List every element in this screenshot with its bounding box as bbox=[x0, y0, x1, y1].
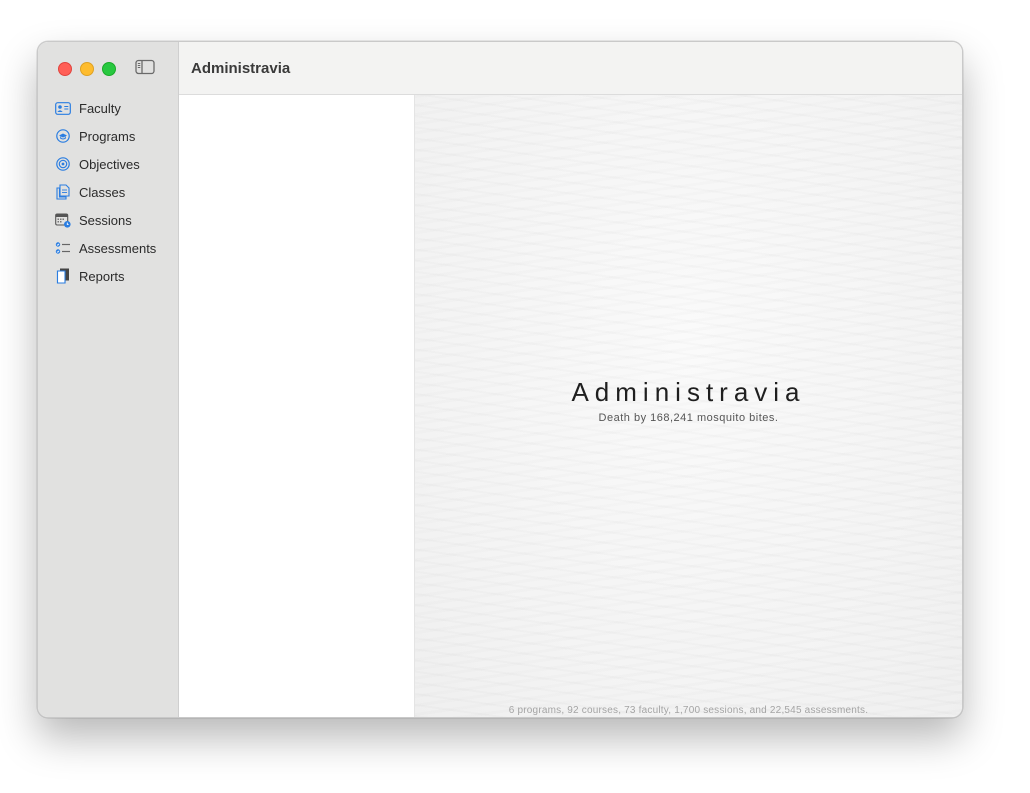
sidebar: Faculty Programs Objectives Classes Sess… bbox=[38, 42, 179, 717]
sidebar-item-assessments[interactable]: Assessments bbox=[38, 234, 178, 262]
sidebar-item-label: Objectives bbox=[79, 156, 140, 172]
window-title: Administravia bbox=[191, 60, 291, 77]
summary-stats: 6 programs, 92 courses, 73 faculty, 1,70… bbox=[508, 705, 869, 716]
sidebar-item-label: Classes bbox=[79, 184, 126, 200]
minimize-window-button[interactable] bbox=[80, 62, 94, 76]
hero-title: Administravia bbox=[571, 377, 806, 407]
window-controls bbox=[58, 62, 116, 76]
app-window: Faculty Programs Objectives Classes Sess… bbox=[37, 41, 963, 718]
documents-icon bbox=[54, 184, 72, 200]
sidebar-toggle-icon[interactable] bbox=[135, 59, 155, 75]
content-list-pane bbox=[179, 95, 415, 717]
checklist-icon bbox=[54, 240, 72, 256]
sidebar-item-objectives[interactable]: Objectives bbox=[38, 150, 178, 178]
sidebar-item-label: Programs bbox=[79, 128, 136, 144]
calendar-badge-icon bbox=[54, 212, 72, 228]
zoom-window-button[interactable] bbox=[102, 62, 116, 76]
sidebar-item-label: Faculty bbox=[79, 100, 121, 116]
report-icon bbox=[54, 268, 72, 284]
person-card-icon bbox=[54, 100, 72, 116]
sidebar-item-programs[interactable]: Programs bbox=[38, 122, 178, 150]
sidebar-item-faculty[interactable]: Faculty bbox=[38, 94, 178, 122]
welcome-hero: Administravia Death by 168,241 mosquito … bbox=[415, 377, 962, 424]
detail-pane: Administravia Death by 168,241 mosquito … bbox=[415, 95, 962, 717]
graduation-cap-icon bbox=[54, 128, 72, 144]
target-icon bbox=[54, 156, 72, 172]
sidebar-item-classes[interactable]: Classes bbox=[38, 178, 178, 206]
sidebar-item-sessions[interactable]: Sessions bbox=[38, 206, 178, 234]
sidebar-item-reports[interactable]: Reports bbox=[38, 262, 178, 290]
sidebar-item-label: Sessions bbox=[79, 212, 132, 228]
hero-subtitle: Death by 168,241 mosquito bites. bbox=[598, 412, 779, 424]
close-window-button[interactable] bbox=[58, 62, 72, 76]
sidebar-nav: Faculty Programs Objectives Classes Sess… bbox=[38, 94, 178, 290]
toolbar: Administravia bbox=[179, 42, 962, 95]
sidebar-item-label: Assessments bbox=[79, 240, 157, 256]
sidebar-item-label: Reports bbox=[79, 268, 125, 284]
